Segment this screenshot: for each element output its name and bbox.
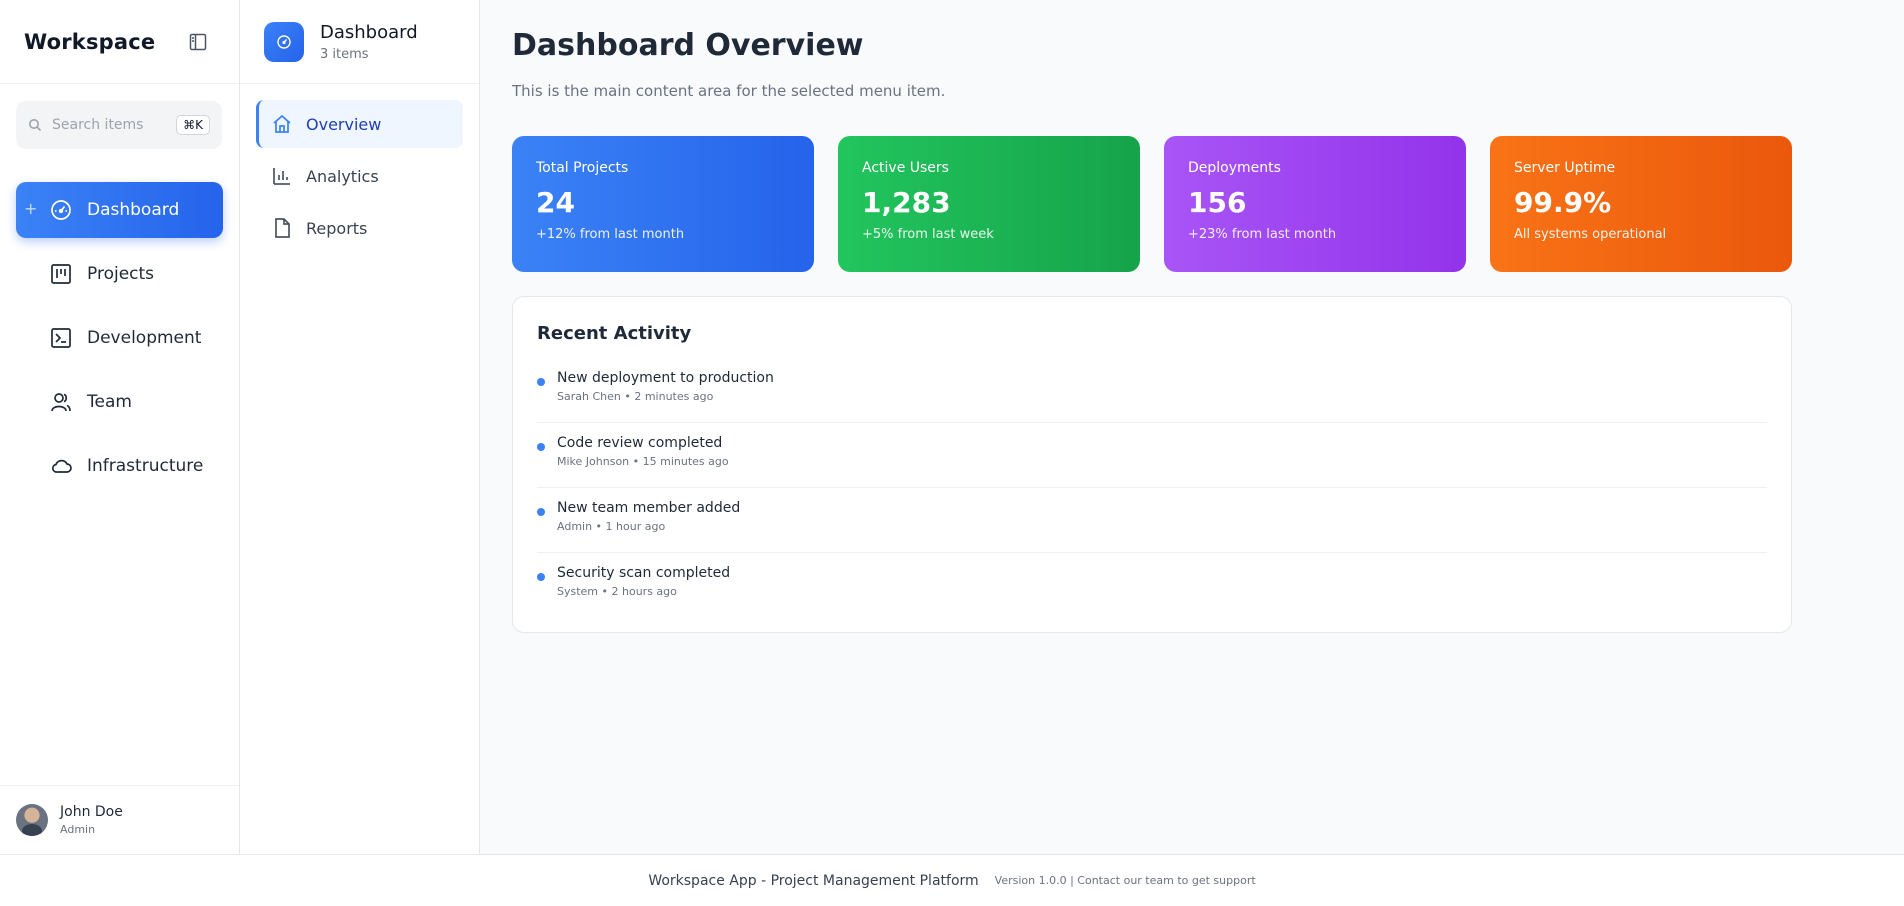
stat-card-deployments[interactable]: Deployments 156 +23% from last month <box>1164 136 1466 272</box>
page-description: This is the main content area for the se… <box>512 82 946 100</box>
activity-meta: Sarah Chen • 2 minutes ago <box>557 390 714 403</box>
activity-meta: Admin • 1 hour ago <box>557 520 666 533</box>
search-icon <box>29 119 42 132</box>
sidebar-item-development[interactable]: Development <box>16 310 223 366</box>
activity-text: New deployment to production <box>557 370 774 386</box>
activity-dot-icon <box>537 508 545 516</box>
sidebar-item-label: Projects <box>87 264 155 284</box>
document-icon <box>270 216 294 240</box>
activity-dot-icon <box>537 378 545 386</box>
activity-text: New team member added <box>557 500 741 516</box>
sidebar-item-label: Development <box>87 328 202 348</box>
activity-item[interactable]: New deployment to production Sarah Chen … <box>537 358 1767 423</box>
main-content: Dashboard Overview This is the main cont… <box>481 0 1904 854</box>
stat-card-active-users[interactable]: Active Users 1,283 +5% from last week <box>838 136 1140 272</box>
primary-sidebar: Workspace ⌘K + Dashboar <box>0 0 240 854</box>
activity-meta: Mike Johnson • 15 minutes ago <box>557 455 729 468</box>
activity-item[interactable]: New team member added Admin • 1 hour ago <box>537 488 1767 553</box>
kanban-icon <box>49 262 73 286</box>
sidebar-item-dashboard[interactable]: + Dashboard <box>16 182 223 238</box>
app-brand: Workspace <box>24 29 156 54</box>
activity-meta: System • 2 hours ago <box>557 585 677 598</box>
subnav-item-reports[interactable]: Reports <box>256 204 463 252</box>
avatar <box>16 804 48 836</box>
users-icon <box>49 390 73 414</box>
stat-label: Server Uptime <box>1514 160 1616 176</box>
subnav-title: Dashboard <box>320 21 418 43</box>
stat-card-server-uptime[interactable]: Server Uptime 99.9% All systems operatio… <box>1490 136 1792 272</box>
search-box[interactable]: ⌘K <box>16 101 222 149</box>
sidebar-item-label: Infrastructure <box>87 456 204 476</box>
search-shortcut-badge: ⌘K <box>176 115 210 135</box>
stat-change: +23% from last month <box>1188 227 1337 242</box>
subnav-header: Dashboard 3 items <box>240 0 479 84</box>
user-role: Admin <box>60 823 96 836</box>
footer-app-text: Workspace App - Project Management Platf… <box>648 872 979 889</box>
activity-dot-icon <box>537 443 545 451</box>
stat-value: 156 <box>1188 186 1247 219</box>
section-badge <box>264 21 304 62</box>
subnav-item-label: Analytics <box>306 166 379 186</box>
stat-label: Active Users <box>862 160 949 176</box>
footer-version-link[interactable]: Version 1.0.0 | Contact our team to get … <box>995 874 1256 887</box>
secondary-sidebar: Dashboard 3 items Overview Analytics Rep… <box>240 0 480 854</box>
sidebar-header: Workspace <box>0 0 239 84</box>
sidebar-item-label: Team <box>87 392 132 412</box>
stat-label: Deployments <box>1188 160 1281 176</box>
terminal-icon <box>49 326 73 350</box>
gauge-icon <box>49 198 73 222</box>
sidebar-item-team[interactable]: Team <box>16 374 223 430</box>
activity-title: Recent Activity <box>537 323 692 344</box>
stat-value: 1,283 <box>862 186 951 219</box>
sidebar-item-label: Dashboard <box>87 200 180 220</box>
subnav-item-overview[interactable]: Overview <box>256 100 463 148</box>
panel-left-icon <box>189 33 207 50</box>
activity-list: New deployment to production Sarah Chen … <box>537 358 1767 618</box>
gauge-icon <box>277 34 291 49</box>
bar-chart-icon <box>270 164 294 188</box>
sidebar-item-projects[interactable]: Projects <box>16 246 223 302</box>
page-title: Dashboard Overview <box>512 28 864 63</box>
stat-card-total-projects[interactable]: Total Projects 24 +12% from last month <box>512 136 814 272</box>
subnav-item-label: Reports <box>306 218 368 238</box>
activity-text: Security scan completed <box>557 565 731 581</box>
subnav-count: 3 items <box>320 46 369 62</box>
cloud-icon <box>49 454 73 478</box>
stat-change: +5% from last week <box>862 227 994 242</box>
recent-activity-panel: Recent Activity New deployment to produc… <box>512 296 1792 633</box>
activity-item[interactable]: Code review completed Mike Johnson • 15 … <box>537 423 1767 488</box>
stat-change: +12% from last month <box>536 227 685 242</box>
stat-label: Total Projects <box>536 160 629 176</box>
sidebar-item-infrastructure[interactable]: Infrastructure <box>16 438 223 494</box>
subnav-item-label: Overview <box>306 114 382 134</box>
stat-value: 24 <box>536 186 575 219</box>
sidebar-toggle-button[interactable] <box>187 31 209 53</box>
plus-icon: + <box>24 199 38 218</box>
home-icon <box>270 112 294 136</box>
search-input[interactable] <box>52 117 162 133</box>
activity-dot-icon <box>537 573 545 581</box>
footer: Workspace App - Project Management Platf… <box>0 854 1904 906</box>
subnav-item-analytics[interactable]: Analytics <box>256 152 463 200</box>
activity-item[interactable]: Security scan completed System • 2 hours… <box>537 553 1767 618</box>
user-profile[interactable]: John Doe Admin <box>0 785 239 854</box>
stat-change: All systems operational <box>1514 227 1667 242</box>
activity-text: Code review completed <box>557 435 723 451</box>
stat-value: 99.9% <box>1514 186 1612 219</box>
user-name: John Doe <box>60 804 123 820</box>
